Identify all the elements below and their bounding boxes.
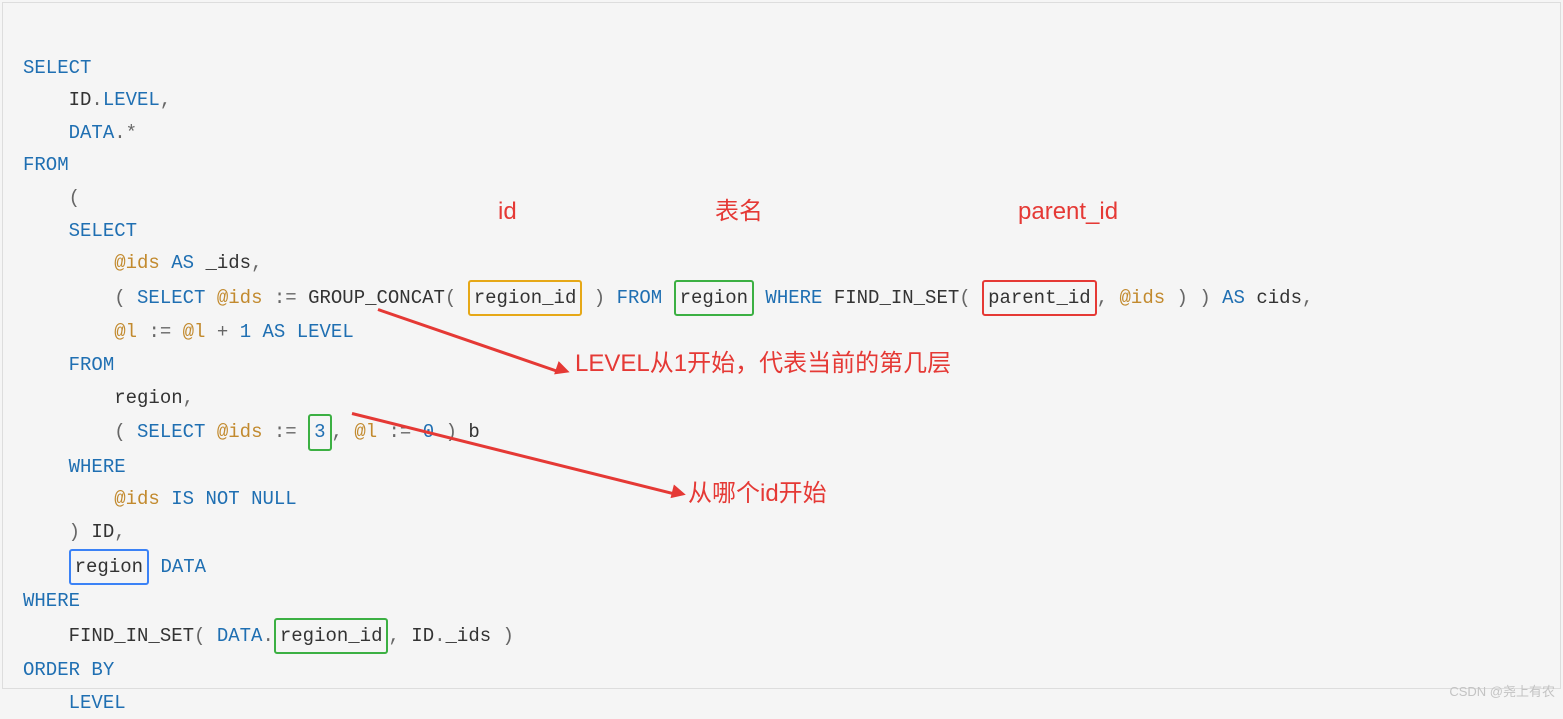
id-DATA: DATA (69, 122, 115, 144)
var-ids: @ids (114, 252, 160, 274)
kw-from: FROM (23, 154, 69, 176)
label-parent-id: parent_id (1018, 196, 1118, 229)
box-table-region: region (674, 280, 754, 317)
code-block: SELECT ID.LEVEL, DATA.* FROM ( SELECT @i… (2, 2, 1561, 689)
label-level: LEVEL从1开始，代表当前的第几层 (575, 348, 951, 381)
box-region-id: region_id (468, 280, 583, 317)
kw-level: LEVEL (103, 89, 160, 111)
box-start-id: 3 (308, 414, 331, 451)
kw-level-2: LEVEL (297, 321, 354, 343)
kw-select-sub: SELECT (69, 220, 137, 242)
kw-select: SELECT (23, 57, 91, 79)
box-data-region-id: region_id (274, 618, 389, 655)
label-start: 从哪个id开始 (688, 478, 827, 511)
watermark: CSDN @尧上有农 (1449, 676, 1555, 709)
label-table: 表名 (715, 196, 763, 229)
box-region-data: region (69, 549, 149, 586)
id-ID: ID (69, 89, 92, 111)
label-id: id (498, 196, 517, 229)
box-parent-id: parent_id (982, 280, 1097, 317)
